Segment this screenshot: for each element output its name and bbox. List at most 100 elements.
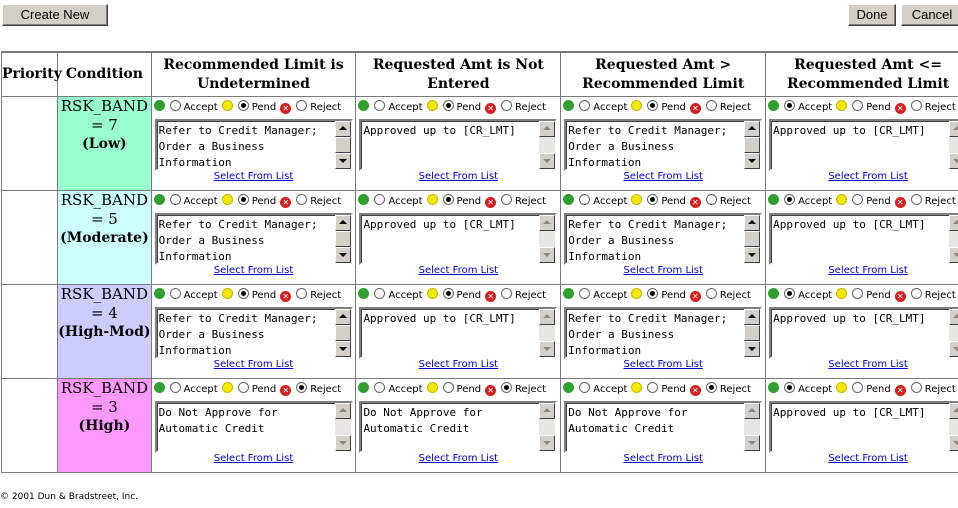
pend-radio[interactable] — [442, 194, 454, 205]
message-textarea[interactable]: Do Not Approve for Automatic Credit — [564, 401, 763, 453]
scroll-down-icon[interactable] — [744, 435, 761, 451]
scroll-up-icon[interactable] — [334, 309, 351, 325]
message-textarea[interactable]: Refer to Credit Manager; Order a Busines… — [564, 119, 763, 171]
scroll-up-icon[interactable] — [539, 215, 556, 231]
scroll-up-icon[interactable] — [334, 403, 351, 419]
select-from-list-link[interactable]: Select From List — [766, 359, 958, 370]
scrollbar[interactable] — [744, 215, 761, 263]
scroll-down-icon[interactable] — [334, 435, 351, 451]
pend-radio[interactable] — [237, 382, 249, 393]
scroll-down-icon[interactable] — [539, 341, 556, 357]
pend-radio[interactable] — [237, 194, 249, 205]
scrollbar[interactable] — [949, 215, 958, 263]
scroll-up-icon[interactable] — [744, 121, 761, 137]
select-from-list-link[interactable]: Select From List — [356, 359, 560, 370]
select-from-list-link[interactable]: Select From List — [356, 171, 560, 182]
message-textarea[interactable]: Approved up to [CR_LMT] — [359, 307, 558, 359]
message-textarea[interactable]: Approved up to [CR_LMT] — [769, 119, 958, 171]
pend-radio[interactable] — [442, 100, 454, 111]
reject-radio[interactable] — [910, 288, 922, 299]
message-textarea[interactable]: Refer to Credit Manager; Order a Busines… — [564, 307, 763, 359]
accept-radio[interactable] — [784, 382, 796, 393]
accept-radio[interactable] — [579, 100, 591, 111]
pend-radio[interactable] — [852, 194, 864, 205]
reject-radio[interactable] — [296, 382, 308, 393]
scroll-down-icon[interactable] — [949, 341, 958, 357]
reject-radio[interactable] — [296, 100, 308, 111]
select-from-list-link[interactable]: Select From List — [561, 265, 765, 276]
reject-radio[interactable] — [705, 288, 717, 299]
scroll-up-icon[interactable] — [539, 309, 556, 325]
select-from-list-link[interactable]: Select From List — [356, 453, 560, 464]
reject-radio[interactable] — [910, 194, 922, 205]
create-new-button[interactable]: Create New — [2, 4, 108, 26]
message-textarea[interactable]: Do Not Approve for Automatic Credit — [154, 401, 353, 453]
scrollbar[interactable] — [334, 215, 351, 263]
message-textarea[interactable]: Approved up to [CR_LMT] — [359, 213, 558, 265]
reject-radio[interactable] — [910, 382, 922, 393]
scroll-down-icon[interactable] — [949, 435, 958, 451]
scrollbar[interactable] — [334, 403, 351, 451]
scroll-up-icon[interactable] — [949, 215, 958, 231]
scroll-down-icon[interactable] — [744, 153, 761, 169]
message-textarea[interactable]: Refer to Credit Manager; Order a Busines… — [154, 119, 353, 171]
scroll-up-icon[interactable] — [949, 121, 958, 137]
scroll-thumb[interactable] — [744, 325, 761, 341]
scrollbar[interactable] — [949, 121, 958, 169]
pend-radio[interactable] — [442, 288, 454, 299]
message-textarea[interactable]: Refer to Credit Manager; Order a Busines… — [564, 213, 763, 265]
accept-radio[interactable] — [579, 194, 591, 205]
done-button[interactable]: Done — [848, 4, 896, 26]
scrollbar[interactable] — [539, 215, 556, 263]
pend-radio[interactable] — [237, 100, 249, 111]
scroll-down-icon[interactable] — [539, 435, 556, 451]
scrollbar[interactable] — [334, 309, 351, 357]
scroll-down-icon[interactable] — [949, 247, 958, 263]
select-from-list-link[interactable]: Select From List — [561, 453, 765, 464]
scroll-up-icon[interactable] — [949, 403, 958, 419]
scroll-up-icon[interactable] — [334, 121, 351, 137]
cancel-button[interactable]: Cancel — [901, 4, 958, 26]
reject-radio[interactable] — [910, 100, 922, 111]
scroll-thumb[interactable] — [334, 137, 351, 153]
message-textarea[interactable]: Approved up to [CR_LMT] — [769, 213, 958, 265]
scroll-down-icon[interactable] — [539, 247, 556, 263]
select-from-list-link[interactable]: Select From List — [766, 171, 958, 182]
scroll-up-icon[interactable] — [744, 403, 761, 419]
accept-radio[interactable] — [169, 382, 181, 393]
scroll-up-icon[interactable] — [949, 309, 958, 325]
select-from-list-link[interactable]: Select From List — [152, 265, 356, 276]
reject-radio[interactable] — [501, 194, 513, 205]
scrollbar[interactable] — [744, 403, 761, 451]
pend-radio[interactable] — [647, 100, 659, 111]
select-from-list-link[interactable]: Select From List — [356, 265, 560, 276]
pend-radio[interactable] — [647, 382, 659, 393]
pend-radio[interactable] — [647, 194, 659, 205]
accept-radio[interactable] — [374, 288, 386, 299]
scroll-thumb[interactable] — [744, 231, 761, 247]
reject-radio[interactable] — [501, 382, 513, 393]
reject-radio[interactable] — [705, 100, 717, 111]
select-from-list-link[interactable]: Select From List — [561, 359, 765, 370]
message-textarea[interactable]: Approved up to [CR_LMT] — [359, 119, 558, 171]
select-from-list-link[interactable]: Select From List — [561, 171, 765, 182]
accept-radio[interactable] — [579, 382, 591, 393]
scrollbar[interactable] — [949, 403, 958, 451]
pend-radio[interactable] — [852, 100, 864, 111]
accept-radio[interactable] — [784, 288, 796, 299]
accept-radio[interactable] — [374, 382, 386, 393]
scroll-down-icon[interactable] — [334, 247, 351, 263]
reject-radio[interactable] — [705, 194, 717, 205]
accept-radio[interactable] — [374, 100, 386, 111]
reject-radio[interactable] — [296, 288, 308, 299]
accept-radio[interactable] — [169, 194, 181, 205]
scroll-down-icon[interactable] — [539, 153, 556, 169]
scroll-down-icon[interactable] — [334, 153, 351, 169]
select-from-list-link[interactable]: Select From List — [152, 359, 356, 370]
scrollbar[interactable] — [744, 121, 761, 169]
reject-radio[interactable] — [501, 100, 513, 111]
scroll-down-icon[interactable] — [744, 341, 761, 357]
message-textarea[interactable]: Do Not Approve for Automatic Credit — [359, 401, 558, 453]
pend-radio[interactable] — [852, 288, 864, 299]
scrollbar[interactable] — [539, 309, 556, 357]
